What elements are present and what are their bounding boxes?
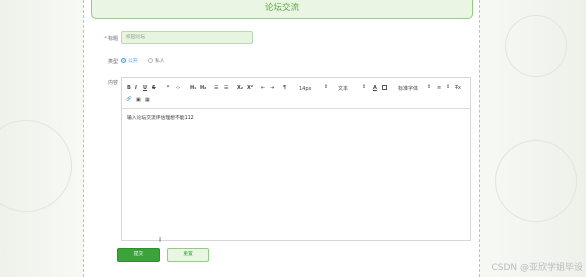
italic-button[interactable]: I (135, 85, 137, 91)
paragraph-select[interactable]: 文本 (338, 86, 348, 92)
h2-button[interactable]: H₂ (200, 85, 206, 91)
font-color-icon[interactable]: A (373, 85, 377, 91)
video-icon[interactable]: ▦ (145, 97, 150, 103)
required-mark: * (104, 36, 107, 42)
strike-button[interactable]: S (152, 85, 156, 91)
background-flower-top-right (505, 15, 567, 77)
submit-button[interactable]: 提交 (117, 248, 160, 262)
radio-private[interactable]: 私人 (148, 56, 165, 64)
text-cursor-icon: I (159, 236, 162, 244)
watermark: CSDN @亚欣学姐毕设 (491, 263, 583, 273)
radio-public-circle[interactable] (121, 57, 126, 63)
subscript-button[interactable]: X₂ (237, 85, 243, 91)
background-color-icon[interactable] (382, 85, 387, 90)
align-chevron-icon: ⇕ (446, 84, 451, 90)
background-flower-bottom-right (495, 140, 577, 222)
radio-public-label: 公开 (128, 58, 138, 64)
indent-right-icon[interactable]: ⇥ (270, 85, 274, 91)
radio-private-label: 私人 (155, 58, 165, 64)
align-icon[interactable]: ≡ (437, 85, 441, 91)
radio-public[interactable]: 公开 (121, 56, 138, 64)
reset-button[interactable]: 重置 (167, 248, 209, 262)
form-panel: 论坛交流 *标题 校园论坛 类型 公开 私人 内容 B I U S ❞ ‹› H… (83, 0, 480, 277)
type-label: 类型 (107, 59, 118, 65)
h1-button[interactable]: H₁ (190, 85, 196, 91)
font-family-select[interactable]: 标准字体 (398, 86, 418, 92)
editor-content[interactable]: 输入论坛交流评估理想不能112 (127, 114, 194, 121)
quote-icon[interactable]: ❞ (167, 85, 170, 91)
bold-button[interactable]: B (127, 85, 131, 91)
clear-format-icon[interactable]: T̶x (455, 85, 461, 91)
superscript-button[interactable]: X² (247, 85, 253, 91)
indent-left-icon[interactable]: ⇤ (261, 85, 265, 91)
title-label: *标题 (84, 35, 118, 42)
font-family-chevron-icon: ⇕ (427, 84, 432, 90)
radio-private-circle[interactable] (148, 57, 153, 63)
direction-icon[interactable]: ¶ (283, 85, 286, 91)
title-label-text: 标题 (107, 36, 118, 42)
link-icon[interactable]: 🔗 (126, 97, 132, 103)
title-input[interactable]: 校园论坛 (121, 31, 253, 44)
underline-button[interactable]: U (143, 85, 147, 91)
font-size-chevron-icon: ⇕ (324, 84, 329, 90)
editor-toolbar: B I U S ❞ ‹› H₁ H₂ ☰ ☰ X₂ X² ⇤ ⇥ ¶ 14px … (122, 78, 470, 109)
font-size-select[interactable]: 14px (299, 86, 312, 92)
content-label: 内容 (107, 80, 118, 86)
ordered-list-icon[interactable]: ☰ (214, 85, 218, 91)
paragraph-chevron-icon: ⇕ (362, 84, 367, 90)
rich-text-editor[interactable]: B I U S ❞ ‹› H₁ H₂ ☰ ☰ X₂ X² ⇤ ⇥ ¶ 14px … (121, 77, 471, 241)
page-title: 论坛交流 (91, 0, 473, 19)
bullet-list-icon[interactable]: ☰ (224, 85, 228, 91)
code-icon[interactable]: ‹› (176, 85, 180, 91)
image-icon[interactable]: ▣ (136, 97, 141, 103)
